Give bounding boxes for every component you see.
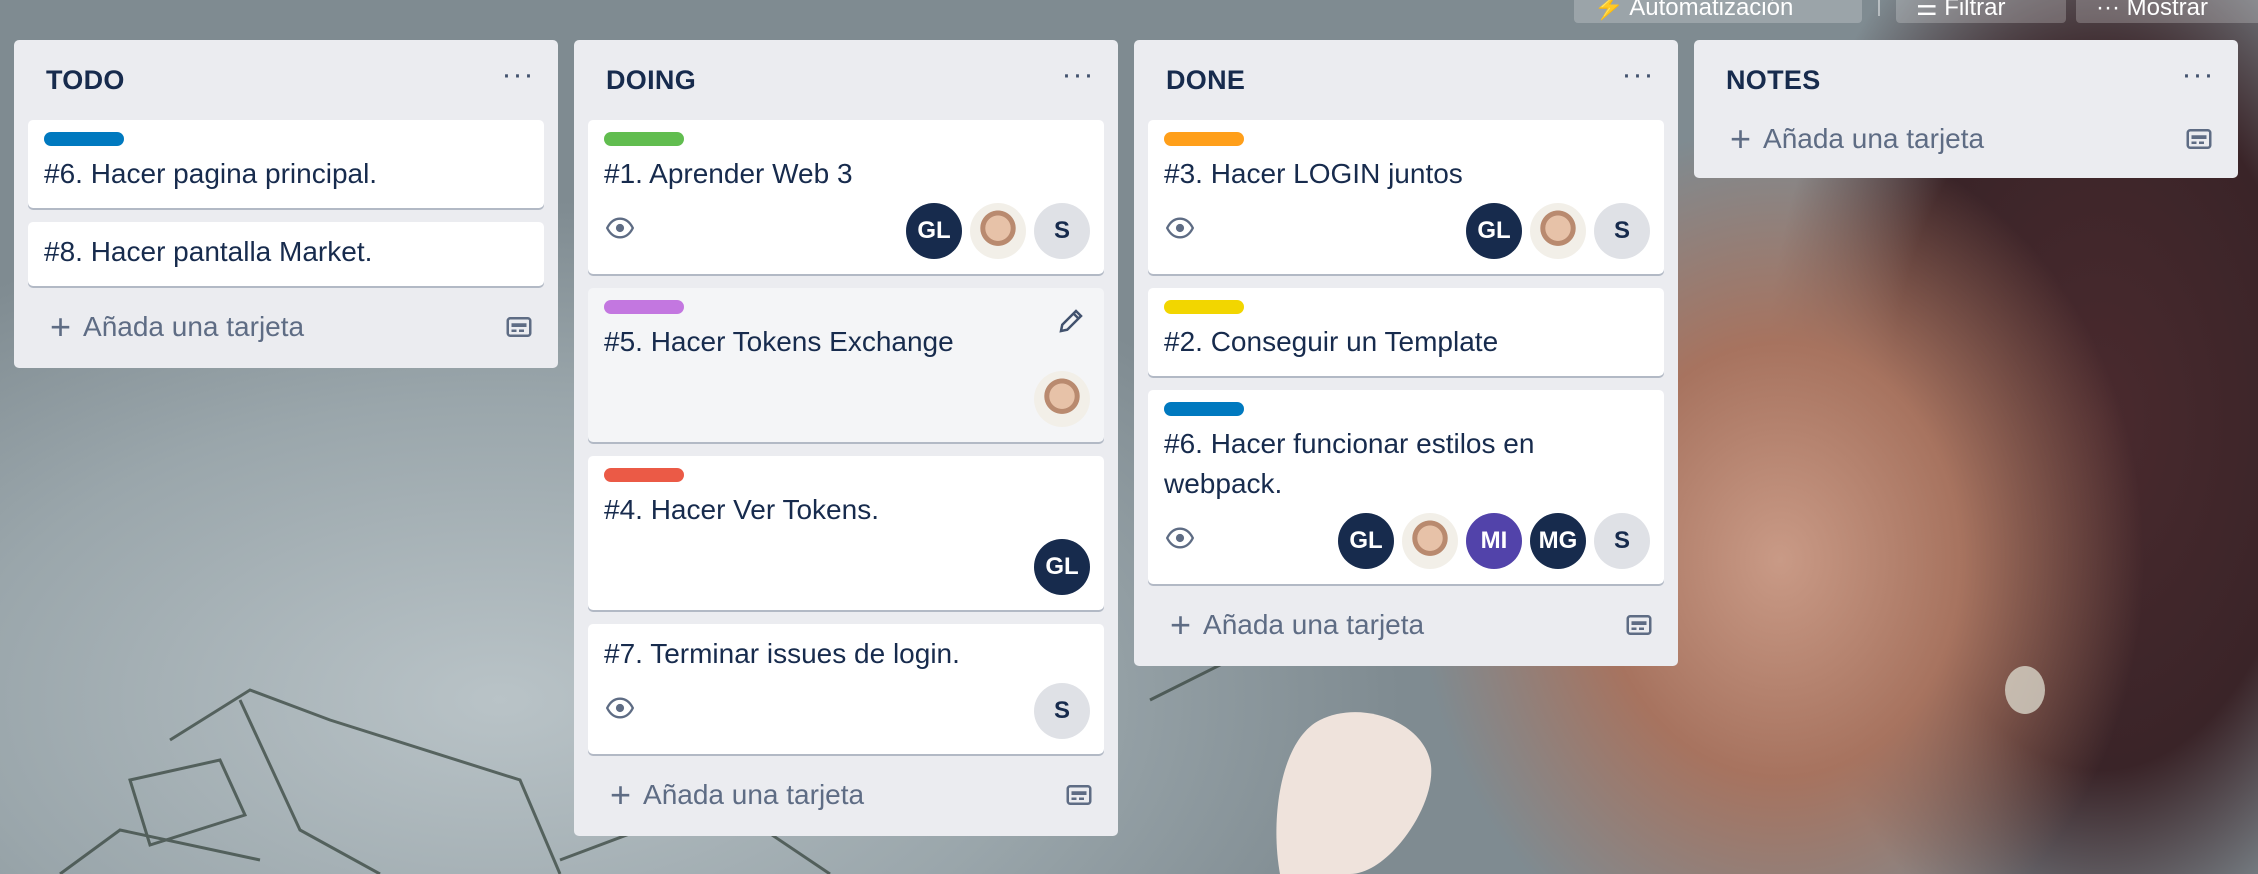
list-header: DONE ··· — [1148, 40, 1664, 120]
card[interactable]: #1. Aprender Web 3 GL S — [588, 120, 1104, 274]
list-todo: TODO ··· #6. Hacer pagina principal. #8.… — [14, 40, 558, 368]
card-label[interactable] — [604, 468, 684, 482]
card-template-icon[interactable] — [1624, 610, 1654, 640]
list-menu-icon[interactable]: ··· — [2176, 60, 2220, 95]
card-label[interactable] — [44, 132, 124, 146]
eye-icon — [604, 692, 636, 724]
card[interactable]: #4. Hacer Ver Tokens. GL — [588, 456, 1104, 610]
list-menu-icon[interactable]: ··· — [1056, 60, 1100, 95]
plus-icon: + — [50, 306, 72, 347]
avatar[interactable]: GL — [1338, 513, 1394, 569]
card-template-icon[interactable] — [1064, 780, 1094, 810]
card-members: GL — [1034, 539, 1090, 595]
add-card-label: Añada una tarjeta — [1203, 609, 1425, 640]
eye-icon — [1164, 212, 1196, 244]
avatar[interactable]: GL — [1034, 539, 1090, 595]
pencil-icon[interactable] — [1056, 306, 1086, 336]
plus-icon: + — [1730, 118, 1752, 159]
plus-icon: + — [610, 774, 632, 815]
avatar[interactable]: GL — [906, 203, 962, 259]
card-label[interactable] — [604, 132, 684, 146]
add-card-button[interactable]: + Añada una tarjeta — [28, 300, 544, 354]
avatar[interactable]: S — [1594, 203, 1650, 259]
card-members: S — [1034, 683, 1090, 739]
card-members: GL MI MG S — [1338, 513, 1650, 569]
list-notes: NOTES ··· + Añada una tarjeta — [1694, 40, 2238, 178]
list-done: DONE ··· #3. Hacer LOGIN juntos GL S #2.… — [1134, 40, 1678, 666]
plus-icon: + — [1170, 604, 1192, 645]
card[interactable]: #6. Hacer funcionar estilos en webpack. … — [1148, 390, 1664, 584]
avatar-photo[interactable] — [1034, 371, 1090, 427]
card-title: #6. Hacer pagina principal. — [44, 158, 378, 189]
eye-icon — [1164, 522, 1196, 554]
list-menu-icon[interactable]: ··· — [496, 60, 540, 95]
card-template-icon[interactable] — [2184, 124, 2214, 154]
card-title: #6. Hacer funcionar estilos en webpack. — [1164, 428, 1535, 499]
card[interactable]: #7. Terminar issues de login. S — [588, 624, 1104, 754]
avatar[interactable]: GL — [1466, 203, 1522, 259]
card-title: #1. Aprender Web 3 — [604, 158, 853, 189]
card-label[interactable] — [1164, 300, 1244, 314]
list-title: TODO — [46, 64, 125, 95]
avatar[interactable]: MI — [1466, 513, 1522, 569]
card-title: #3. Hacer LOGIN juntos — [1164, 158, 1463, 189]
card[interactable]: #6. Hacer pagina principal. — [28, 120, 544, 208]
card[interactable]: #3. Hacer LOGIN juntos GL S — [1148, 120, 1664, 274]
card-template-icon[interactable] — [504, 312, 534, 342]
list-title: DOING — [606, 64, 697, 95]
add-card-button[interactable]: + Añada una tarjeta — [1148, 598, 1664, 652]
avatar-photo[interactable] — [970, 203, 1026, 259]
card-label[interactable] — [604, 300, 684, 314]
card-title: #7. Terminar issues de login. — [604, 638, 960, 669]
list-doing: DOING ··· #1. Aprender Web 3 GL S #5. Ha… — [574, 40, 1118, 836]
avatar[interactable]: S — [1594, 513, 1650, 569]
list-header: TODO ··· — [28, 40, 544, 120]
add-card-label: Añada una tarjeta — [643, 779, 865, 810]
card-title: #8. Hacer pantalla Market. — [44, 236, 373, 267]
card[interactable]: #8. Hacer pantalla Market. — [28, 222, 544, 286]
avatar-photo[interactable] — [1530, 203, 1586, 259]
add-card-label: Añada una tarjeta — [1763, 123, 1985, 154]
card-title: #2. Conseguir un Template — [1164, 326, 1499, 357]
card-members — [1034, 371, 1090, 427]
eye-icon — [604, 212, 636, 244]
card-title: #4. Hacer Ver Tokens. — [604, 494, 879, 525]
card-title: #5. Hacer Tokens Exchange — [604, 326, 954, 357]
list-header: NOTES ··· — [1708, 40, 2224, 120]
list-menu-icon[interactable]: ··· — [1616, 60, 1660, 95]
card-members: GL S — [906, 203, 1090, 259]
avatar-photo[interactable] — [1402, 513, 1458, 569]
board: TODO ··· #6. Hacer pagina principal. #8.… — [0, 0, 2258, 874]
list-title: DONE — [1166, 64, 1246, 95]
card-label[interactable] — [1164, 402, 1244, 416]
list-title: NOTES — [1726, 64, 1821, 95]
list-header: DOING ··· — [588, 40, 1104, 120]
card-label[interactable] — [1164, 132, 1244, 146]
avatar[interactable]: MG — [1530, 513, 1586, 569]
add-card-label: Añada una tarjeta — [83, 311, 305, 342]
card[interactable]: #2. Conseguir un Template — [1148, 288, 1664, 376]
card[interactable]: #5. Hacer Tokens Exchange — [588, 288, 1104, 442]
add-card-button[interactable]: + Añada una tarjeta — [588, 768, 1104, 822]
avatar[interactable]: S — [1034, 683, 1090, 739]
card-members: GL S — [1466, 203, 1650, 259]
add-card-button[interactable]: + Añada una tarjeta — [1708, 112, 2224, 166]
avatar[interactable]: S — [1034, 203, 1090, 259]
